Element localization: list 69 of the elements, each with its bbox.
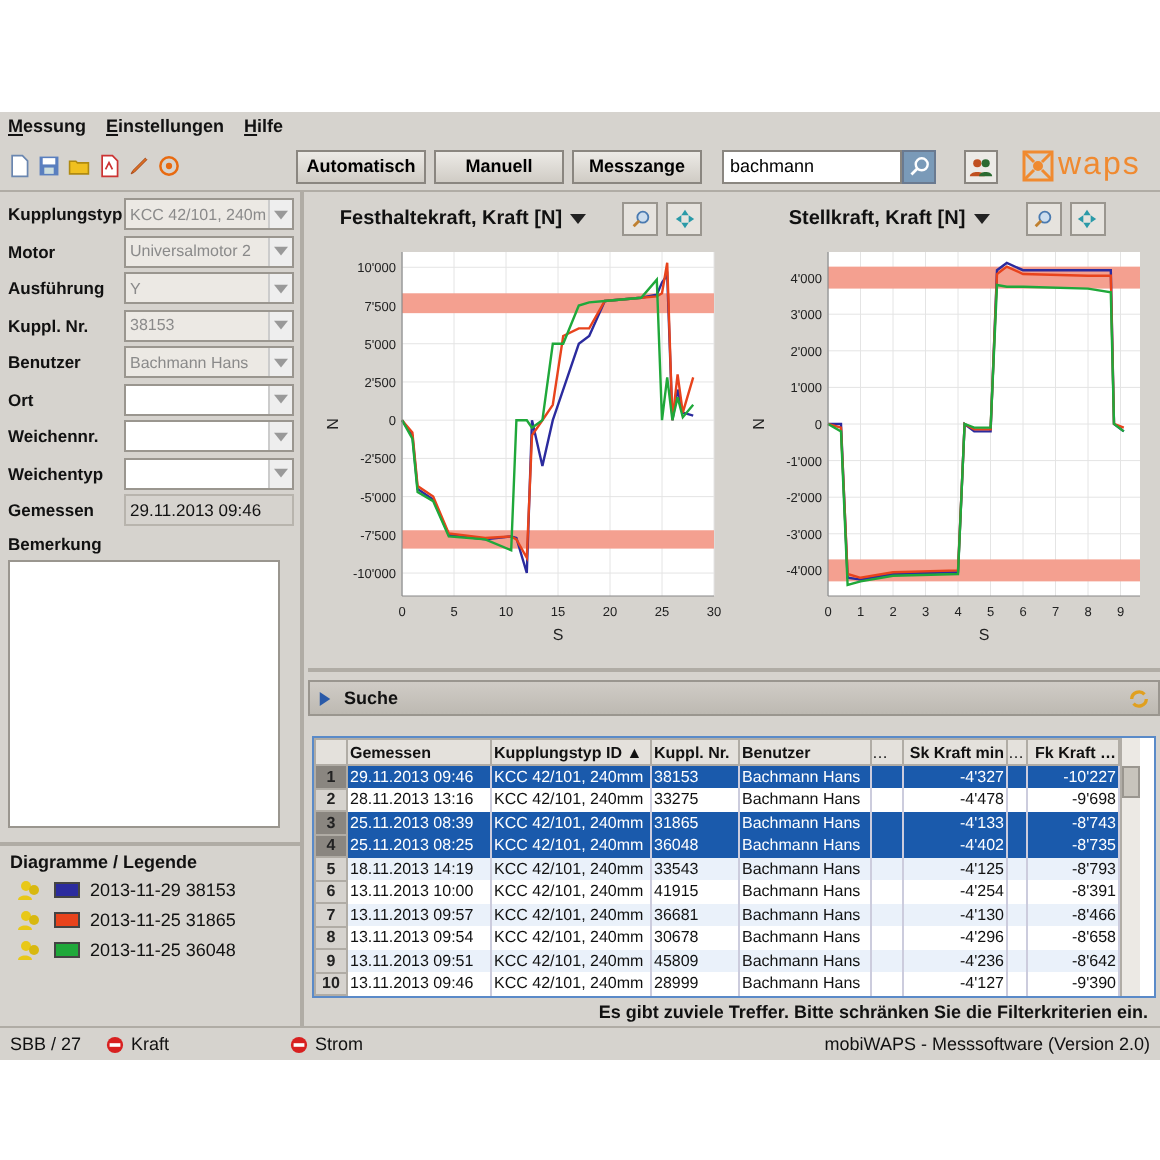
field-label: Benutzer <box>8 352 83 373</box>
status-indicator-label: Strom <box>315 1034 364 1054</box>
table-cell: 45809 <box>651 949 739 972</box>
axis-label: S <box>977 626 989 644</box>
legend-label: 2013-11-29 38153 <box>90 879 236 899</box>
table-cell: KCC 42/101, 240mm <box>491 834 651 857</box>
axis-label: N <box>323 418 341 430</box>
date-field: 29.11.2013 09:46 <box>124 494 294 527</box>
logo-text: waps <box>1058 150 1141 182</box>
field-label: Ort <box>8 389 36 410</box>
table-cell: KCC 42/101, 240mm <box>491 972 651 995</box>
table-cell: Bachmann Hans <box>739 972 871 995</box>
row-number: 7 <box>315 903 347 926</box>
axis-label: S <box>551 626 563 644</box>
status-text: SBB / 27 <box>10 1034 82 1054</box>
table-cell: -4'127 <box>903 972 1007 995</box>
table-cell: 13.11.2013 09:57 <box>347 903 491 926</box>
table-cell: Bachmann Hans <box>739 765 871 788</box>
field-label: Ausführung <box>8 278 107 299</box>
table-cell: 31865 <box>651 811 739 834</box>
field-label: Gemessen <box>8 500 96 521</box>
status-message: Es gibt zuviele Treffer. Bitte schränken Sie die Filterkriterien ein. <box>596 1000 1150 1026</box>
legend-label: 2013-11-25 31865 <box>90 909 236 929</box>
table-cell: Bachmann Hans <box>739 857 871 880</box>
table-cell: KCC 42/101, 240mm <box>491 903 651 926</box>
table-cell: 13.11.2013 09:46 <box>347 972 491 995</box>
row-number: 5 <box>315 857 347 880</box>
table-cell: Bachmann Hans <box>739 903 871 926</box>
table-cell: -4'402 <box>903 834 1007 857</box>
table-cell: 25.11.2013 08:25 <box>347 834 491 857</box>
field-label: Motor <box>8 241 58 262</box>
table-cell: Bachmann Hans <box>739 834 871 857</box>
row-number: 4 <box>315 834 347 857</box>
field-label: Weichentyp <box>8 463 106 484</box>
row-number: 8 <box>315 926 347 949</box>
table-cell: KCC 42/101, 240mm <box>491 949 651 972</box>
row-number: 9 <box>315 949 347 972</box>
field-label: Kupplungstyp <box>8 204 124 225</box>
status-text: mobiWAPS - Messsoftware (Version 2.0) <box>824 1034 1150 1054</box>
table-cell: -8'735 <box>1027 834 1119 857</box>
table-cell: Bachmann Hans <box>739 811 871 834</box>
table-cell: 28999 <box>651 972 739 995</box>
table-cell: Bachmann Hans <box>739 949 871 972</box>
field-label: Bemerkung <box>8 533 104 553</box>
row-number: 10 <box>315 972 347 995</box>
table-cell: -8'743 <box>1027 811 1119 834</box>
row-number: 6 <box>315 880 347 903</box>
table-cell: 25.11.2013 08:39 <box>347 811 491 834</box>
table-cell: -4'130 <box>903 903 1007 926</box>
table-cell: -8'642 <box>1027 949 1119 972</box>
table-cell: 29.11.2013 09:46 <box>347 765 491 788</box>
status-indicator-label: Kraft <box>131 1034 170 1054</box>
table-cell: -8'466 <box>1027 903 1119 926</box>
table-cell: 18.11.2013 14:19 <box>347 857 491 880</box>
table-cell: 36681 <box>651 903 739 926</box>
table-cell: 13.11.2013 09:51 <box>347 949 491 972</box>
table-cell: 36048 <box>651 834 739 857</box>
field-label: Kuppl. Nr. <box>8 315 91 336</box>
row-number: 1 <box>315 765 347 788</box>
field-label: Weichennr. <box>8 426 101 447</box>
axis-label: N <box>749 418 767 430</box>
row-number: 2 <box>315 788 347 811</box>
table-cell: -4'236 <box>903 949 1007 972</box>
legend-title: Diagramme / Legende <box>10 851 200 871</box>
table-cell: KCC 42/101, 240mm <box>491 857 651 880</box>
legend-label: 2013-11-25 36048 <box>90 939 236 959</box>
table-cell: KCC 42/101, 240mm <box>491 811 651 834</box>
table-cell: -4'133 <box>903 811 1007 834</box>
table-cell: KCC 42/101, 240mm <box>491 765 651 788</box>
